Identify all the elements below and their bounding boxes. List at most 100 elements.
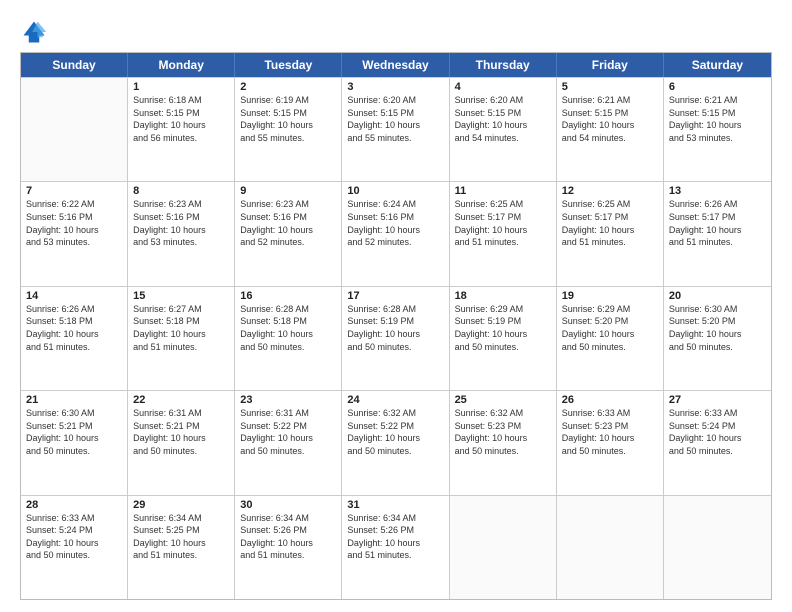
day-info: Sunrise: 6:19 AM Sunset: 5:15 PM Dayligh… xyxy=(240,94,336,144)
day-info: Sunrise: 6:34 AM Sunset: 5:25 PM Dayligh… xyxy=(133,512,229,562)
day-info: Sunrise: 6:28 AM Sunset: 5:18 PM Dayligh… xyxy=(240,303,336,353)
day-number: 18 xyxy=(455,290,551,302)
day-number: 3 xyxy=(347,81,443,93)
day-info: Sunrise: 6:32 AM Sunset: 5:22 PM Dayligh… xyxy=(347,407,443,457)
day-number: 25 xyxy=(455,394,551,406)
day-info: Sunrise: 6:25 AM Sunset: 5:17 PM Dayligh… xyxy=(455,198,551,248)
cal-header-thursday: Thursday xyxy=(450,53,557,77)
day-number: 17 xyxy=(347,290,443,302)
cal-week-1: 7Sunrise: 6:22 AM Sunset: 5:16 PM Daylig… xyxy=(21,181,771,285)
day-info: Sunrise: 6:27 AM Sunset: 5:18 PM Dayligh… xyxy=(133,303,229,353)
day-info: Sunrise: 6:20 AM Sunset: 5:15 PM Dayligh… xyxy=(347,94,443,144)
day-number: 27 xyxy=(669,394,766,406)
day-info: Sunrise: 6:24 AM Sunset: 5:16 PM Dayligh… xyxy=(347,198,443,248)
cal-cell-1-0: 7Sunrise: 6:22 AM Sunset: 5:16 PM Daylig… xyxy=(21,182,128,285)
cal-cell-2-0: 14Sunrise: 6:26 AM Sunset: 5:18 PM Dayli… xyxy=(21,287,128,390)
day-info: Sunrise: 6:33 AM Sunset: 5:24 PM Dayligh… xyxy=(26,512,122,562)
cal-cell-1-2: 9Sunrise: 6:23 AM Sunset: 5:16 PM Daylig… xyxy=(235,182,342,285)
cal-cell-3-6: 27Sunrise: 6:33 AM Sunset: 5:24 PM Dayli… xyxy=(664,391,771,494)
calendar-body: 1Sunrise: 6:18 AM Sunset: 5:15 PM Daylig… xyxy=(21,77,771,599)
cal-header-tuesday: Tuesday xyxy=(235,53,342,77)
cal-header-saturday: Saturday xyxy=(664,53,771,77)
day-info: Sunrise: 6:31 AM Sunset: 5:22 PM Dayligh… xyxy=(240,407,336,457)
cal-header-wednesday: Wednesday xyxy=(342,53,449,77)
day-info: Sunrise: 6:32 AM Sunset: 5:23 PM Dayligh… xyxy=(455,407,551,457)
day-number: 9 xyxy=(240,185,336,197)
cal-cell-2-6: 20Sunrise: 6:30 AM Sunset: 5:20 PM Dayli… xyxy=(664,287,771,390)
day-number: 16 xyxy=(240,290,336,302)
day-info: Sunrise: 6:26 AM Sunset: 5:18 PM Dayligh… xyxy=(26,303,122,353)
cal-cell-1-3: 10Sunrise: 6:24 AM Sunset: 5:16 PM Dayli… xyxy=(342,182,449,285)
day-number: 8 xyxy=(133,185,229,197)
day-number: 2 xyxy=(240,81,336,93)
day-info: Sunrise: 6:34 AM Sunset: 5:26 PM Dayligh… xyxy=(347,512,443,562)
day-number: 23 xyxy=(240,394,336,406)
day-number: 7 xyxy=(26,185,122,197)
cal-cell-0-1: 1Sunrise: 6:18 AM Sunset: 5:15 PM Daylig… xyxy=(128,78,235,181)
day-number: 4 xyxy=(455,81,551,93)
logo-icon xyxy=(20,18,48,46)
day-number: 12 xyxy=(562,185,658,197)
day-info: Sunrise: 6:25 AM Sunset: 5:17 PM Dayligh… xyxy=(562,198,658,248)
cal-cell-0-6: 6Sunrise: 6:21 AM Sunset: 5:15 PM Daylig… xyxy=(664,78,771,181)
day-number: 15 xyxy=(133,290,229,302)
cal-cell-0-5: 5Sunrise: 6:21 AM Sunset: 5:15 PM Daylig… xyxy=(557,78,664,181)
cal-cell-3-4: 25Sunrise: 6:32 AM Sunset: 5:23 PM Dayli… xyxy=(450,391,557,494)
cal-cell-1-4: 11Sunrise: 6:25 AM Sunset: 5:17 PM Dayli… xyxy=(450,182,557,285)
cal-cell-0-3: 3Sunrise: 6:20 AM Sunset: 5:15 PM Daylig… xyxy=(342,78,449,181)
day-info: Sunrise: 6:21 AM Sunset: 5:15 PM Dayligh… xyxy=(669,94,766,144)
cal-week-2: 14Sunrise: 6:26 AM Sunset: 5:18 PM Dayli… xyxy=(21,286,771,390)
day-info: Sunrise: 6:26 AM Sunset: 5:17 PM Dayligh… xyxy=(669,198,766,248)
day-number: 10 xyxy=(347,185,443,197)
cal-cell-1-5: 12Sunrise: 6:25 AM Sunset: 5:17 PM Dayli… xyxy=(557,182,664,285)
logo xyxy=(20,18,54,46)
day-number: 28 xyxy=(26,499,122,511)
calendar-header-row: SundayMondayTuesdayWednesdayThursdayFrid… xyxy=(21,53,771,77)
cal-cell-2-5: 19Sunrise: 6:29 AM Sunset: 5:20 PM Dayli… xyxy=(557,287,664,390)
day-number: 24 xyxy=(347,394,443,406)
day-number: 22 xyxy=(133,394,229,406)
cal-cell-2-1: 15Sunrise: 6:27 AM Sunset: 5:18 PM Dayli… xyxy=(128,287,235,390)
cal-cell-3-5: 26Sunrise: 6:33 AM Sunset: 5:23 PM Dayli… xyxy=(557,391,664,494)
cal-cell-4-3: 31Sunrise: 6:34 AM Sunset: 5:26 PM Dayli… xyxy=(342,496,449,599)
day-number: 30 xyxy=(240,499,336,511)
day-info: Sunrise: 6:28 AM Sunset: 5:19 PM Dayligh… xyxy=(347,303,443,353)
cal-cell-2-4: 18Sunrise: 6:29 AM Sunset: 5:19 PM Dayli… xyxy=(450,287,557,390)
day-number: 26 xyxy=(562,394,658,406)
day-number: 21 xyxy=(26,394,122,406)
day-info: Sunrise: 6:18 AM Sunset: 5:15 PM Dayligh… xyxy=(133,94,229,144)
day-number: 6 xyxy=(669,81,766,93)
cal-week-0: 1Sunrise: 6:18 AM Sunset: 5:15 PM Daylig… xyxy=(21,77,771,181)
cal-cell-3-0: 21Sunrise: 6:30 AM Sunset: 5:21 PM Dayli… xyxy=(21,391,128,494)
day-info: Sunrise: 6:23 AM Sunset: 5:16 PM Dayligh… xyxy=(133,198,229,248)
cal-cell-1-6: 13Sunrise: 6:26 AM Sunset: 5:17 PM Dayli… xyxy=(664,182,771,285)
header xyxy=(20,18,772,46)
calendar: SundayMondayTuesdayWednesdayThursdayFrid… xyxy=(20,52,772,600)
cal-cell-0-2: 2Sunrise: 6:19 AM Sunset: 5:15 PM Daylig… xyxy=(235,78,342,181)
cal-header-monday: Monday xyxy=(128,53,235,77)
day-info: Sunrise: 6:21 AM Sunset: 5:15 PM Dayligh… xyxy=(562,94,658,144)
day-info: Sunrise: 6:31 AM Sunset: 5:21 PM Dayligh… xyxy=(133,407,229,457)
day-number: 29 xyxy=(133,499,229,511)
day-info: Sunrise: 6:20 AM Sunset: 5:15 PM Dayligh… xyxy=(455,94,551,144)
day-number: 14 xyxy=(26,290,122,302)
cal-cell-3-2: 23Sunrise: 6:31 AM Sunset: 5:22 PM Dayli… xyxy=(235,391,342,494)
day-number: 31 xyxy=(347,499,443,511)
cal-cell-4-0: 28Sunrise: 6:33 AM Sunset: 5:24 PM Dayli… xyxy=(21,496,128,599)
cal-week-4: 28Sunrise: 6:33 AM Sunset: 5:24 PM Dayli… xyxy=(21,495,771,599)
day-number: 11 xyxy=(455,185,551,197)
cal-cell-3-3: 24Sunrise: 6:32 AM Sunset: 5:22 PM Dayli… xyxy=(342,391,449,494)
cal-cell-1-1: 8Sunrise: 6:23 AM Sunset: 5:16 PM Daylig… xyxy=(128,182,235,285)
cal-cell-0-0 xyxy=(21,78,128,181)
day-number: 1 xyxy=(133,81,229,93)
day-number: 19 xyxy=(562,290,658,302)
page: SundayMondayTuesdayWednesdayThursdayFrid… xyxy=(0,0,792,612)
cal-cell-4-5 xyxy=(557,496,664,599)
cal-cell-4-6 xyxy=(664,496,771,599)
day-info: Sunrise: 6:33 AM Sunset: 5:23 PM Dayligh… xyxy=(562,407,658,457)
cal-header-friday: Friday xyxy=(557,53,664,77)
day-info: Sunrise: 6:29 AM Sunset: 5:19 PM Dayligh… xyxy=(455,303,551,353)
day-info: Sunrise: 6:30 AM Sunset: 5:20 PM Dayligh… xyxy=(669,303,766,353)
cal-cell-2-2: 16Sunrise: 6:28 AM Sunset: 5:18 PM Dayli… xyxy=(235,287,342,390)
day-info: Sunrise: 6:23 AM Sunset: 5:16 PM Dayligh… xyxy=(240,198,336,248)
